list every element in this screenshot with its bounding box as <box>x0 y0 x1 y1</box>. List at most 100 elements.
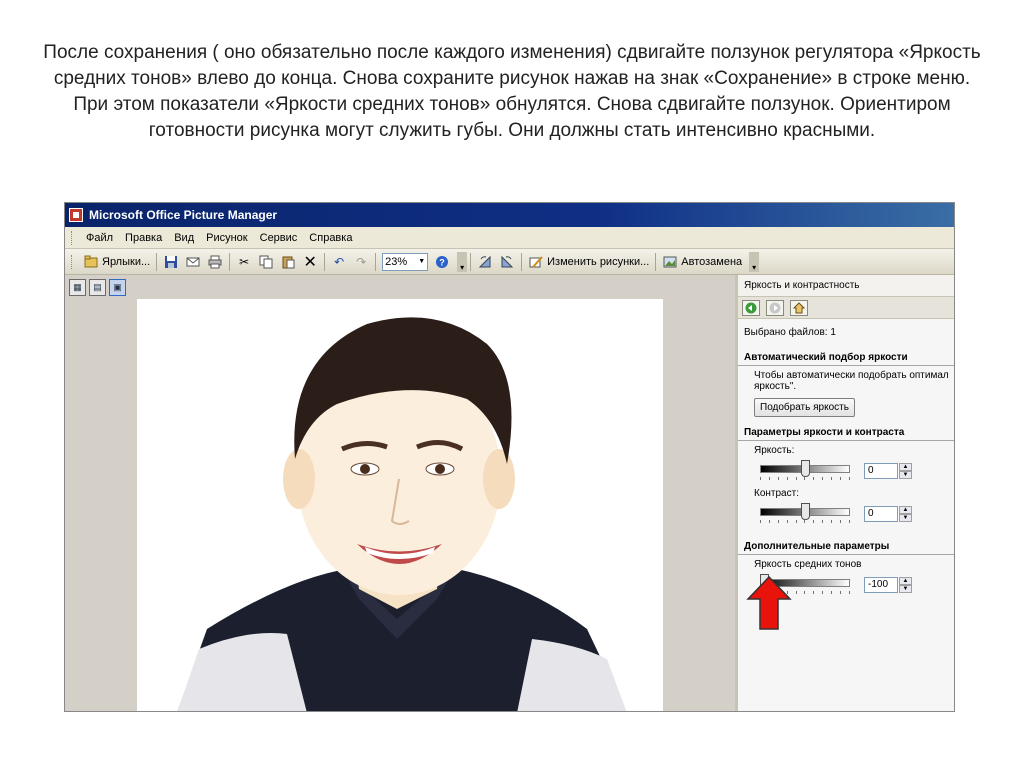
contrast-spin-arrows: ▲ ▼ <box>899 506 912 522</box>
slider-tick <box>804 477 806 480</box>
print-button[interactable] <box>204 252 226 272</box>
edit-pictures-button[interactable]: Изменить рисунки... <box>525 252 652 272</box>
email-icon <box>185 254 201 270</box>
redo-icon: ↷ <box>356 254 367 269</box>
paste-icon <box>280 254 296 270</box>
thumbnail-view-icon: ▦ <box>73 281 82 292</box>
midtone-value-input[interactable]: -100 <box>864 577 898 593</box>
slider-tick <box>795 591 797 594</box>
toolbar-overflow-chevron[interactable]: ▾ <box>749 251 760 272</box>
forward-button[interactable] <box>766 299 784 316</box>
autocorrect-button[interactable]: Автозамена <box>659 252 745 272</box>
delete-button[interactable]: ✕ <box>299 252 321 272</box>
shortcuts-button[interactable]: Ярлыки... <box>80 252 153 272</box>
menu-bar: Файл Правка Вид Рисунок Сервис Справка <box>65 227 954 249</box>
slider-tick <box>813 520 815 523</box>
email-button[interactable] <box>182 252 204 272</box>
filmstrip-view-button[interactable]: ▤ <box>89 278 106 296</box>
scissors-icon: ✂ <box>239 254 250 269</box>
toolbar-separator <box>375 252 377 271</box>
shortcuts-label: Ярлыки... <box>102 255 151 268</box>
window-title: Microsoft Office Picture Manager <box>89 208 278 222</box>
copy-button[interactable] <box>255 252 277 272</box>
toolbar: Ярлыки... ✂ ✕ ↶ ↷ 23% ▼ ? ▾ Изменить рис… <box>65 249 954 275</box>
save-button[interactable] <box>160 252 182 272</box>
contrast-slider[interactable] <box>760 503 850 525</box>
slider-tick <box>813 477 815 480</box>
brightness-row: 0 ▲ ▼ <box>738 460 954 482</box>
copy-icon <box>258 254 274 270</box>
toolbar-separator <box>324 252 326 271</box>
toolbar-separator <box>470 252 472 271</box>
midtone-label: Яркость средних тонов <box>754 559 862 570</box>
shortcuts-icon <box>83 254 99 270</box>
auto-brightness-button[interactable]: Подобрать яркость <box>754 398 855 417</box>
slider-tick <box>777 520 779 523</box>
slider-tick <box>760 520 761 523</box>
slider-tick <box>840 520 842 523</box>
menu-help[interactable]: Справка <box>303 232 358 244</box>
slider-tick <box>768 520 770 523</box>
spin-up-icon[interactable]: ▲ <box>899 506 912 514</box>
contrast-value-input[interactable]: 0 <box>864 506 898 522</box>
single-view-icon: ▣ <box>113 281 122 292</box>
slider-tick <box>848 520 850 523</box>
advanced-section-title: Дополнительные параметры <box>738 535 954 555</box>
undo-button[interactable]: ↶ <box>328 252 350 272</box>
slider-tick <box>760 477 761 480</box>
pane-navigation <box>738 297 954 319</box>
printer-icon <box>207 254 223 270</box>
spin-down-icon[interactable]: ▼ <box>899 514 912 522</box>
spin-down-icon[interactable]: ▼ <box>899 585 912 593</box>
zoom-select[interactable]: 23% ▼ <box>382 252 429 271</box>
menu-edit[interactable]: Правка <box>119 232 168 244</box>
brightness-label: Яркость: <box>754 445 795 456</box>
back-button[interactable] <box>742 299 760 316</box>
brightness-slider-thumb[interactable] <box>800 460 810 477</box>
content-area: ▦ ▤ ▣ Яркость и контрастность Выбрано фа… <box>65 275 954 711</box>
thumbnail-view-button[interactable]: ▦ <box>69 278 86 296</box>
slider-tick <box>840 591 842 594</box>
single-view-button[interactable]: ▣ <box>109 278 126 296</box>
edit-pictures-label: Изменить рисунки... <box>547 255 650 268</box>
slider-tick <box>804 591 806 594</box>
rotate-left-button[interactable] <box>474 252 496 272</box>
brightness-spinner: 0 ▲ ▼ <box>864 463 912 479</box>
menu-tools[interactable]: Сервис <box>254 232 304 244</box>
toolbar-overflow-chevron[interactable]: ▾ <box>457 251 468 272</box>
view-switcher: ▦ ▤ ▣ <box>65 275 735 299</box>
menu-view[interactable]: Вид <box>168 232 200 244</box>
menu-file[interactable]: Файл <box>80 232 119 244</box>
redo-button[interactable]: ↷ <box>350 252 372 272</box>
paste-button[interactable] <box>277 252 299 272</box>
spin-up-icon[interactable]: ▲ <box>899 577 912 585</box>
toolbar-grip[interactable] <box>71 254 74 269</box>
brightness-value-input[interactable]: 0 <box>864 463 898 479</box>
auto-brightness-description: Чтобы автоматически подобрать оптимал яр… <box>754 370 949 392</box>
contrast-row: 0 ▲ ▼ <box>738 503 954 525</box>
slider-tick <box>831 477 833 480</box>
slider-tick <box>822 591 824 594</box>
slider-tick <box>795 477 797 480</box>
slider-tick <box>848 591 850 594</box>
menu-picture[interactable]: Рисунок <box>200 232 254 244</box>
home-icon <box>793 301 805 313</box>
contrast-label: Контраст: <box>754 488 799 499</box>
auto-brightness-section-title: Автоматический подбор яркости <box>738 346 954 366</box>
app-icon <box>69 208 83 222</box>
menu-grip[interactable] <box>71 230 74 245</box>
help-button[interactable]: ? <box>431 252 453 272</box>
contrast-spinner: 0 ▲ ▼ <box>864 506 912 522</box>
home-button[interactable] <box>790 299 808 316</box>
contrast-slider-thumb[interactable] <box>800 503 810 520</box>
cut-button[interactable]: ✂ <box>233 252 255 272</box>
brightness-slider[interactable] <box>760 460 850 482</box>
forward-arrow-icon <box>769 302 781 313</box>
spin-down-icon[interactable]: ▼ <box>899 471 912 479</box>
edit-pictures-icon <box>528 254 544 270</box>
spin-up-icon[interactable]: ▲ <box>899 463 912 471</box>
autocorrect-icon <box>662 254 678 270</box>
contrast-slider-ticks <box>760 520 850 524</box>
delete-x-icon: ✕ <box>303 253 317 271</box>
rotate-right-button[interactable] <box>496 252 518 272</box>
